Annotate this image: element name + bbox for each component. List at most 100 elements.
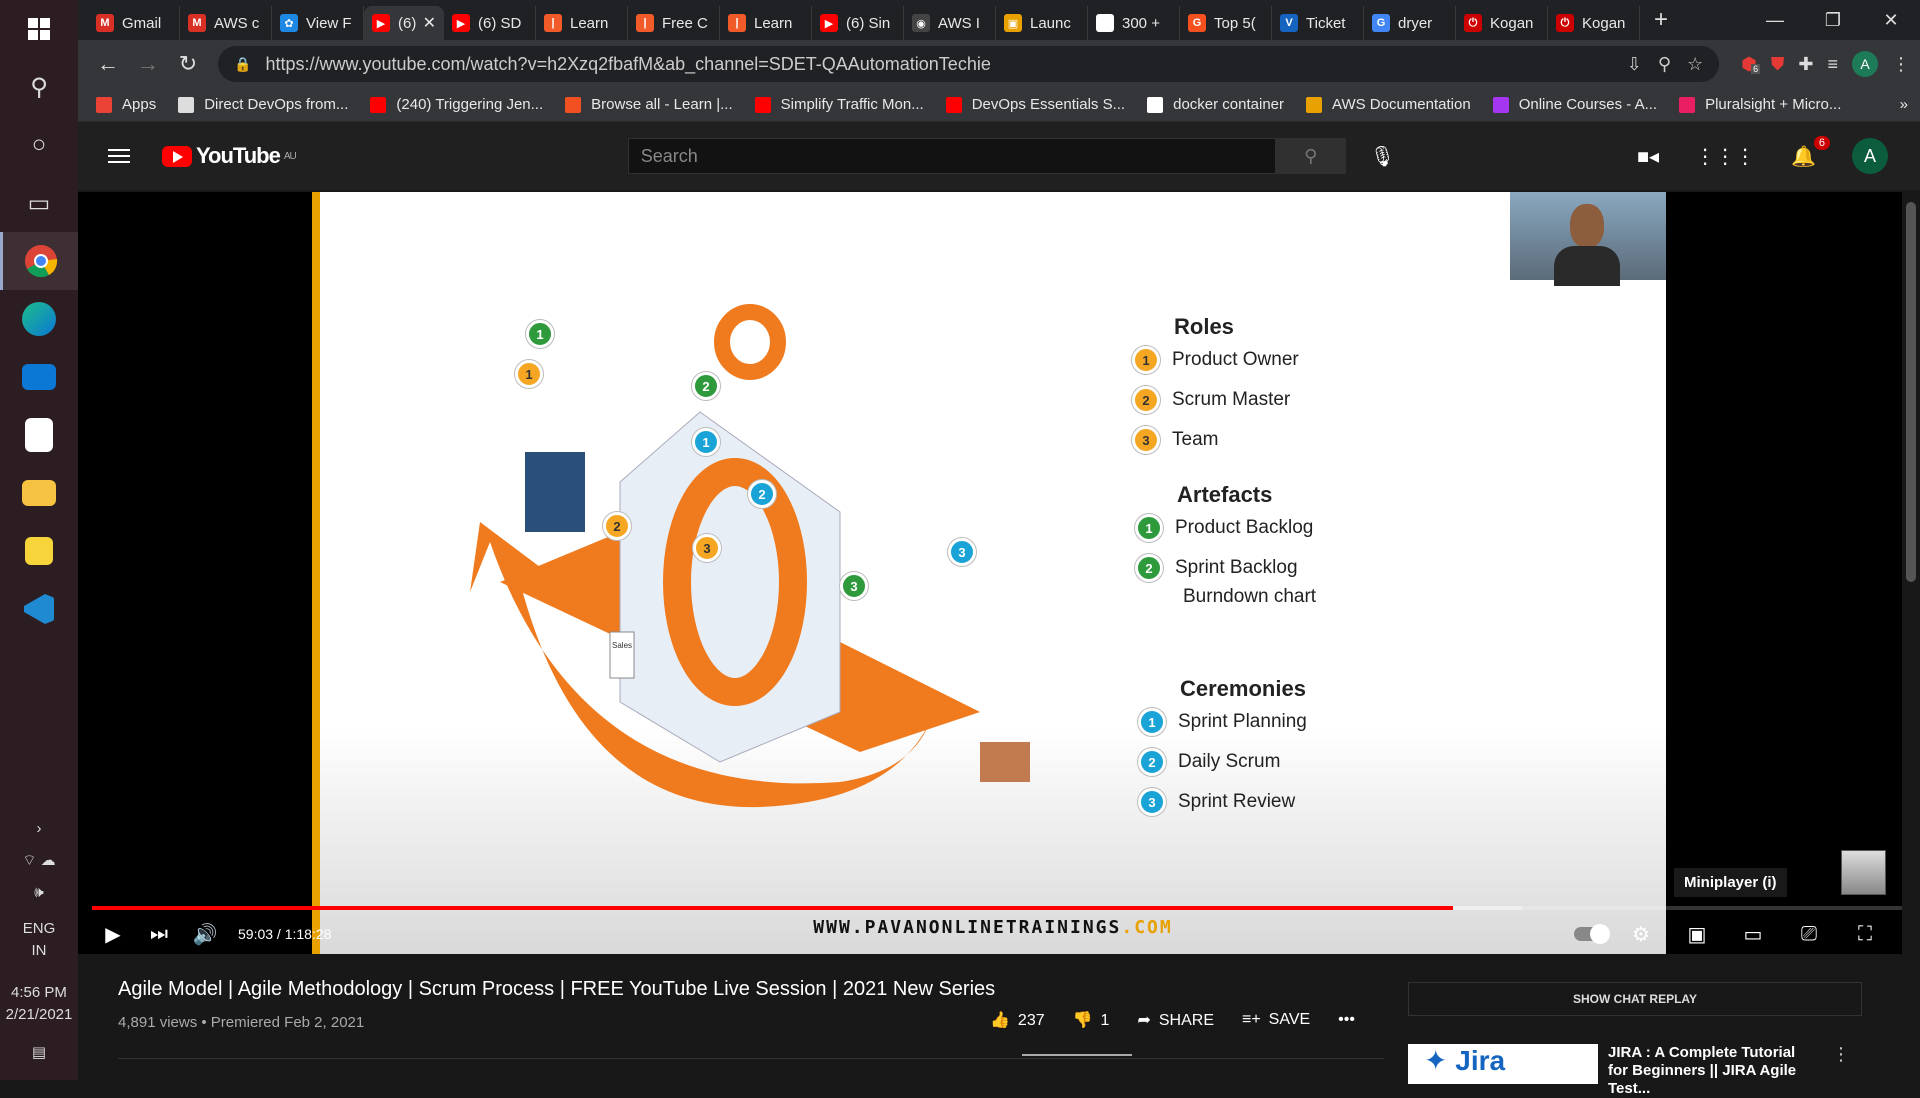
close-tab-icon[interactable]: ✕	[423, 13, 436, 33]
share-button[interactable]: ➦ SHARE	[1137, 1010, 1214, 1030]
clock[interactable]: 4:56 PM 2/21/2021	[6, 982, 73, 1026]
language-indicator[interactable]: ENG IN	[23, 918, 56, 962]
browser-tab[interactable]: ▶ (6) Sin	[812, 6, 904, 40]
create-video-icon[interactable]: ■◂	[1637, 144, 1659, 169]
search-input[interactable]: Search	[627, 138, 1276, 174]
acrobat-extension-icon[interactable]: ⛊	[1771, 54, 1785, 75]
extensions-puzzle-icon[interactable]: ✚	[1798, 54, 1813, 75]
profile-avatar[interactable]: A	[1852, 51, 1878, 77]
bookmark-item[interactable]: docker container	[1147, 96, 1284, 113]
browser-tab[interactable]: ⏻ Kogan	[1548, 6, 1640, 40]
chrome-app-icon[interactable]	[0, 232, 78, 290]
apps-grid-icon[interactable]: ⋮⋮⋮	[1695, 144, 1755, 169]
browser-tab[interactable]: M Gmail	[88, 6, 180, 40]
browser-tab[interactable]: | Free C	[628, 6, 720, 40]
bookmark-item[interactable]: DevOps Essentials S...	[945, 96, 1125, 113]
volume-icon[interactable]: 🕪	[34, 876, 43, 908]
browser-tab[interactable]: ◉ AWS I	[904, 6, 996, 40]
bookmark-star-icon[interactable]: ☆	[1687, 54, 1703, 75]
browser-tab[interactable]: ▯ 300 +	[1088, 6, 1180, 40]
progress-bar[interactable]	[92, 906, 1902, 910]
browser-tab[interactable]: | Learn	[536, 6, 628, 40]
more-actions-icon[interactable]: •••	[1338, 1011, 1355, 1029]
cast-icon[interactable]: ⎚	[1786, 923, 1832, 946]
restore-icon[interactable]: ❐	[1804, 10, 1862, 31]
reading-list-icon[interactable]: ≡	[1827, 54, 1838, 75]
settings-gear-icon[interactable]: ⚙	[1618, 922, 1664, 947]
browser-toolbar: ← → ↻ 🔒 https://www.youtube.com/watch?v=…	[78, 40, 1920, 88]
minimize-icon[interactable]: —	[1746, 10, 1804, 31]
recommended-thumbnail[interactable]: ✦ Jira	[1408, 1044, 1598, 1084]
bookmark-item[interactable]: Apps	[96, 96, 156, 113]
windows-start-icon[interactable]	[0, 0, 78, 58]
show-chat-replay-button[interactable]: SHOW CHAT REPLAY	[1408, 982, 1862, 1016]
notifications-icon[interactable]: ▤3	[32, 1036, 84, 1068]
close-window-icon[interactable]: ✕	[1862, 10, 1920, 31]
youtube-logo[interactable]: YouTube AU	[162, 143, 297, 169]
bookmark-item[interactable]: Browse all - Learn |...	[565, 96, 733, 113]
install-icon[interactable]: ⇩	[1627, 54, 1642, 75]
microphone-icon[interactable]: 🎙	[1370, 144, 1395, 169]
tray-expand-icon[interactable]: ›	[37, 812, 42, 844]
wifi-icon[interactable]: ⌔ ☁	[22, 844, 55, 876]
fullscreen-icon[interactable]: ⛶	[1842, 923, 1888, 946]
next-icon[interactable]: ⏭	[136, 923, 182, 946]
search-button[interactable]: ⚲	[1275, 138, 1346, 174]
store-app-icon[interactable]	[0, 406, 78, 464]
browser-tab[interactable]: Gdryer	[1364, 6, 1456, 40]
reload-icon[interactable]: ↻	[168, 51, 208, 77]
notifications-bell-icon[interactable]: 🔔 6	[1791, 135, 1830, 169]
browser-tab[interactable]: G Top 5(	[1180, 6, 1272, 40]
recommended-video[interactable]: ✦ Jira JIRA : A Complete Tutorial for Be…	[1408, 1044, 1862, 1097]
browser-tab[interactable]: ▶ (6) SD	[444, 6, 536, 40]
chrome-menu-icon[interactable]: ⋮	[1892, 54, 1910, 75]
taskbar-search-icon[interactable]: ⚲	[0, 58, 78, 116]
video-player[interactable]: Sales 112122333 Roles 1 Product Owner 2 Scr…	[78, 192, 1902, 954]
browser-tab[interactable]: ▣ Launc	[996, 6, 1088, 40]
hamburger-menu-icon[interactable]	[108, 145, 130, 167]
browser-tab[interactable]: ⏻ Kogan	[1456, 6, 1548, 40]
bookmark-item[interactable]: Pluralsight + Micro...	[1679, 96, 1841, 113]
vscode-app-icon[interactable]	[0, 580, 78, 638]
bookmark-item[interactable]: (240) Triggering Jen...	[370, 96, 543, 113]
browser-tab[interactable]: | Learn	[720, 6, 812, 40]
edge-app-icon[interactable]	[0, 290, 78, 348]
new-tab-button[interactable]: +	[1654, 6, 1668, 34]
play-icon[interactable]: ▶	[90, 922, 136, 947]
account-avatar[interactable]: A	[1852, 138, 1888, 174]
bookmark-item[interactable]: AWS Documentation	[1306, 96, 1471, 113]
mail-app-icon[interactable]	[0, 348, 78, 406]
volume-icon[interactable]: 🔊	[182, 922, 228, 947]
webcam-overlay	[1510, 192, 1666, 286]
browser-tab[interactable]: ▶ (6) ✕	[364, 6, 444, 40]
scrollbar-thumb[interactable]	[1906, 202, 1916, 582]
ublock-extension-icon[interactable]: ⬢ 6	[1741, 54, 1761, 75]
miniplayer-icon[interactable]: ▣	[1674, 922, 1720, 947]
task-view-icon[interactable]: ▭	[0, 174, 78, 232]
sticky-notes-icon[interactable]	[0, 522, 78, 580]
autoplay-toggle[interactable]	[1574, 924, 1610, 944]
dislike-button[interactable]: 👎 1	[1073, 1010, 1110, 1030]
save-button[interactable]: ≡+ SAVE	[1242, 1011, 1310, 1029]
forward-arrow-icon[interactable]: →	[128, 51, 168, 77]
recommended-more-icon[interactable]: ⋮	[1832, 1044, 1850, 1084]
back-arrow-icon[interactable]: ←	[88, 51, 128, 77]
played-bar	[92, 906, 1454, 910]
recommended-title[interactable]: JIRA : A Complete Tutorial for Beginners…	[1608, 1044, 1818, 1097]
cortana-icon[interactable]: ○	[0, 116, 78, 174]
browser-tab[interactable]: V Ticket	[1272, 6, 1364, 40]
zoom-icon[interactable]: ⚲	[1658, 54, 1671, 75]
bookmark-item[interactable]: Online Courses - A...	[1492, 96, 1657, 113]
browser-tab[interactable]: ✿ View F	[272, 6, 364, 40]
tab-label: Kogan	[1582, 14, 1626, 32]
lock-icon[interactable]: 🔒	[234, 56, 251, 73]
browser-tab[interactable]: M AWS c	[180, 6, 272, 40]
page-scrollbar[interactable]	[1902, 192, 1920, 1080]
bookmark-item[interactable]: Direct DevOps from...	[178, 96, 348, 113]
bookmark-item[interactable]: Simplify Traffic Mon...	[754, 96, 924, 113]
more-bookmarks-icon[interactable]: »	[1900, 96, 1908, 113]
address-bar[interactable]: 🔒 https://www.youtube.com/watch?v=h2Xzq2…	[218, 46, 1720, 82]
like-button[interactable]: 👍 237	[990, 1010, 1045, 1030]
file-explorer-icon[interactable]	[0, 464, 78, 522]
theater-mode-icon[interactable]: ▭	[1730, 922, 1776, 947]
